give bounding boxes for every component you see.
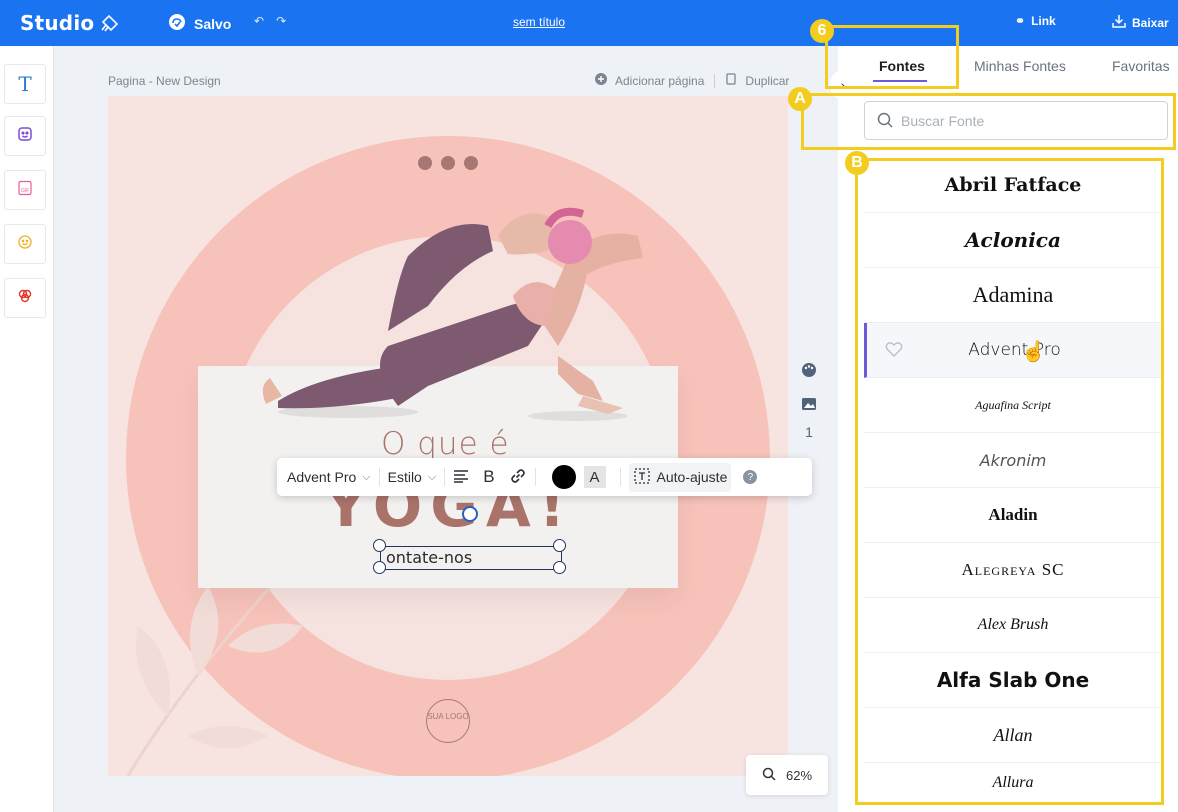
tab-favoritas[interactable]: Favoritas bbox=[1112, 58, 1170, 74]
redo-icon[interactable]: ↷ bbox=[276, 14, 286, 28]
text-background-button[interactable]: A bbox=[583, 466, 606, 488]
highlight-search bbox=[801, 93, 1176, 150]
yoga-woman-photo[interactable] bbox=[258, 196, 648, 426]
font-dropdown[interactable]: Advent Pro ⌵ bbox=[287, 469, 371, 485]
app-logo[interactable]: Studio bbox=[20, 11, 94, 35]
sticker-icon bbox=[17, 126, 33, 147]
page-label: Pagina - New Design bbox=[108, 74, 221, 88]
highlight-tab bbox=[825, 25, 959, 89]
brush-icon bbox=[100, 13, 120, 38]
logo-placeholder[interactable]: SUA LOGO bbox=[426, 699, 470, 743]
badge-b: B bbox=[845, 151, 869, 175]
saved-status: Salvo bbox=[168, 13, 231, 34]
divider bbox=[714, 73, 716, 88]
palette-icon[interactable] bbox=[801, 362, 817, 381]
chevron-down-icon: ⌵ bbox=[427, 470, 437, 483]
download-label: Baixar bbox=[1132, 15, 1169, 30]
text-T-icon: T bbox=[18, 72, 32, 96]
undo-icon[interactable]: ↶ bbox=[254, 14, 264, 28]
contact-text[interactable]: ontate-nos bbox=[386, 548, 472, 567]
left-toolbar: T GIF bbox=[0, 46, 54, 812]
headline-small[interactable]: O que é bbox=[381, 426, 510, 462]
gif-icon: GIF bbox=[17, 180, 33, 201]
help-label: ? bbox=[747, 471, 754, 483]
image-icon[interactable] bbox=[801, 397, 817, 414]
page-number: 1 bbox=[805, 424, 813, 440]
auto-fit-label: Auto-ajuste bbox=[656, 469, 728, 485]
duplicate-icon[interactable] bbox=[725, 73, 737, 88]
link-button[interactable]: ⚭ Link bbox=[1015, 14, 1056, 28]
svg-text:GIF: GIF bbox=[21, 188, 29, 194]
badge-6: 6 bbox=[810, 19, 834, 43]
text-box-icon bbox=[633, 467, 651, 488]
style-dropdown-label: Estilo bbox=[387, 469, 422, 485]
text-color-swatch[interactable] bbox=[551, 465, 576, 489]
badge-label: B bbox=[851, 154, 863, 171]
font-dropdown-label: Advent Pro bbox=[287, 469, 357, 485]
tab-minhas-fontes[interactable]: Minhas Fontes bbox=[974, 58, 1066, 74]
link-chain-icon[interactable] bbox=[509, 467, 527, 488]
help-icon[interactable]: ? bbox=[743, 470, 758, 484]
duplicate-button[interactable]: Duplicar bbox=[745, 74, 789, 88]
download-icon bbox=[1112, 14, 1126, 31]
add-page-icon[interactable] bbox=[595, 73, 607, 88]
auto-fit-button[interactable]: Auto-ajuste bbox=[628, 462, 732, 492]
emoji-tool-button[interactable] bbox=[4, 224, 46, 264]
badge-label: 6 bbox=[817, 22, 827, 39]
resize-handle[interactable] bbox=[373, 539, 386, 552]
bold-button[interactable]: B bbox=[483, 467, 494, 487]
rotate-handle-icon[interactable] bbox=[462, 506, 478, 522]
chevron-down-icon: ⌵ bbox=[362, 470, 371, 483]
link-label: Link bbox=[1031, 14, 1056, 28]
badge-a: A bbox=[788, 87, 812, 111]
text-background-label: A bbox=[589, 468, 600, 486]
logo-text: SUA LOGO bbox=[427, 712, 469, 721]
resize-handle[interactable] bbox=[553, 561, 566, 574]
download-button[interactable]: Baixar bbox=[1112, 14, 1169, 31]
gif-tool-button[interactable]: GIF bbox=[4, 170, 46, 210]
divider bbox=[619, 468, 621, 486]
smiley-icon bbox=[17, 234, 33, 255]
saved-label: Salvo bbox=[194, 15, 232, 32]
add-page-button[interactable]: Adicionar página bbox=[615, 74, 704, 88]
link-icon: ⚭ bbox=[1015, 14, 1026, 28]
undo-redo: ↶ ↷ bbox=[254, 14, 286, 28]
resize-handle[interactable] bbox=[553, 539, 566, 552]
badge-label: A bbox=[794, 90, 806, 107]
align-icon[interactable] bbox=[453, 469, 469, 486]
highlight-font-list bbox=[855, 158, 1164, 805]
side-controls: 1 bbox=[798, 362, 820, 440]
style-dropdown[interactable]: Estilo ⌵ bbox=[388, 469, 437, 485]
top-bar: Studio Salvo ↶ ↷ sem título ⚭ Link Baixa… bbox=[0, 0, 1178, 46]
shapes-icon bbox=[17, 288, 33, 309]
sticker-tool-button[interactable] bbox=[4, 116, 46, 156]
cloud-icon bbox=[168, 13, 186, 34]
search-icon bbox=[762, 767, 776, 784]
shapes-tool-button[interactable] bbox=[4, 278, 46, 318]
divider bbox=[444, 468, 446, 486]
divider bbox=[378, 468, 380, 486]
page-actions: Adicionar página Duplicar bbox=[595, 73, 789, 88]
divider bbox=[534, 468, 536, 486]
zoom-control[interactable]: 62% bbox=[746, 755, 828, 795]
three-dots bbox=[418, 156, 478, 170]
resize-handle[interactable] bbox=[373, 561, 386, 574]
text-tool-button[interactable]: T bbox=[4, 64, 46, 104]
text-toolbar: Advent Pro ⌵ Estilo ⌵ B A Auto-ajuste ? bbox=[277, 458, 812, 496]
document-title[interactable]: sem título bbox=[513, 15, 565, 29]
zoom-value: 62% bbox=[785, 767, 813, 783]
